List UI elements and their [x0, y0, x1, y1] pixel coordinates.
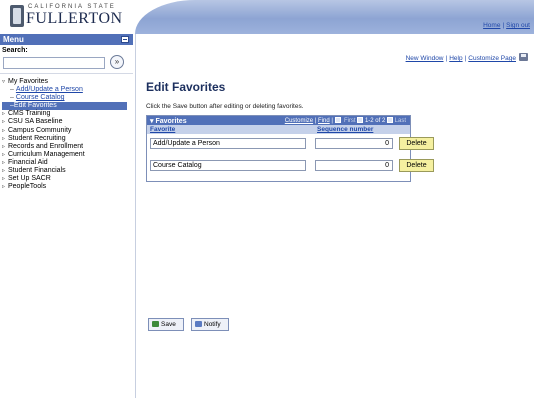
tree-item-curriculum-management[interactable]: ▹ Curriculum Management — [2, 151, 133, 159]
dash-icon: – — [10, 86, 14, 94]
separator: | — [445, 55, 448, 62]
tree-item-csu-sa-baseline[interactable]: ▹ CSU SA Baseline — [2, 118, 133, 126]
seal-icon — [10, 5, 24, 27]
grid-title-text: Favorites — [155, 118, 187, 125]
header: CALIFORNIA STATE FULLERTON Home | Sign out — [0, 0, 534, 34]
save-icon — [152, 321, 159, 327]
menu-bar: Menu — [0, 34, 133, 45]
save-button[interactable]: Save — [148, 318, 184, 331]
instructions-text: Click the Save button after editing or d… — [146, 103, 304, 110]
tree-label: Student Recruiting — [8, 134, 66, 142]
dash-icon: – — [10, 94, 14, 102]
next-icon[interactable] — [386, 117, 393, 123]
save-label: Save — [161, 321, 176, 328]
tree-label: Set Up SACR — [8, 175, 51, 183]
tree-item-financial-aid[interactable]: ▹ Financial Aid — [2, 159, 133, 167]
tree-item-records-enrollment[interactable]: ▹ Records and Enrollment — [2, 143, 133, 151]
column-sequence-number[interactable]: Sequence number — [317, 126, 373, 133]
grid-navigation: Customize | Find | First 1-2 of 2 Last — [284, 117, 406, 124]
menu-search-input[interactable] — [3, 57, 105, 69]
sequence-number-field[interactable]: 0 — [315, 160, 393, 171]
tree-label: Records and Enrollment — [8, 142, 84, 150]
tree-label[interactable]: Add/Update a Person — [16, 86, 83, 93]
tree-label: Campus Community — [8, 126, 72, 134]
tree-item-student-recruiting[interactable]: ▹ Student Recruiting — [2, 135, 133, 143]
previous-icon[interactable] — [357, 117, 364, 123]
notify-button[interactable]: Notify — [191, 318, 229, 331]
menu-title: Menu — [3, 35, 24, 44]
logo-fullerton-text: FULLERTON — [26, 10, 123, 27]
menu-tree: ▿ My Favorites – Add/Update a Person – Cour… — [2, 78, 133, 191]
favorite-name-field[interactable]: Course Catalog — [150, 160, 306, 171]
page-title: Edit Favorites — [146, 80, 226, 94]
separator: | — [464, 55, 467, 62]
divider — [0, 73, 133, 74]
page-links: New Window | Help | Customize Page — [406, 53, 528, 62]
tree-item-peopletools[interactable]: ▹ PeopleTools — [2, 183, 133, 191]
customize-page-link[interactable]: Customize Page — [468, 55, 516, 62]
grid-title: ▾ Favorites — [150, 118, 187, 125]
tree-label: CSU SA Baseline — [8, 118, 63, 126]
tree-label: Student Financials — [8, 167, 66, 175]
table-row: Add/Update a Person 0 Delete — [147, 135, 434, 157]
favorites-grid: ▾ Favorites Customize | Find | First 1-2… — [146, 115, 434, 182]
first-link: First — [343, 118, 356, 124]
tree-label: Edit Favorites — [13, 102, 57, 110]
separator: | — [502, 22, 505, 29]
tree-item-cms-training[interactable]: ▹ CMS Training — [2, 110, 133, 118]
grid-header: ▾ Favorites Customize | Find | First 1-2… — [147, 116, 410, 125]
column-favorite[interactable]: Favorite — [150, 126, 175, 133]
header-links: Home | Sign out — [483, 22, 530, 29]
search-go-icon[interactable]: » — [110, 55, 124, 69]
notify-label: Notify — [204, 321, 221, 328]
new-window-link[interactable]: New Window — [406, 55, 444, 62]
sign-out-link[interactable]: Sign out — [506, 22, 530, 29]
view-all-icon[interactable] — [334, 117, 341, 123]
tree-item-add-update-person[interactable]: – Add/Update a Person — [2, 86, 133, 94]
last-link: Last — [394, 118, 406, 124]
tree-label: Curriculum Management — [8, 150, 85, 158]
home-link[interactable]: Home — [483, 22, 500, 29]
university-logo[interactable]: CALIFORNIA STATE FULLERTON — [8, 3, 133, 33]
search-label: Search: — [2, 47, 28, 54]
collapse-menu-icon[interactable] — [121, 36, 129, 43]
column-header-row: Favorite Sequence number — [147, 125, 410, 134]
sidebar-menu: Menu Search: » ▿ My Favorites – Add/Update… — [0, 34, 136, 398]
tree-label: My Favorites — [8, 78, 49, 85]
help-link[interactable]: Help — [449, 55, 462, 62]
table-row: Course Catalog 0 Delete — [147, 157, 434, 179]
tree-item-my-favorites[interactable]: ▿ My Favorites — [2, 78, 133, 86]
tree-item-set-up-sacr[interactable]: ▹ Set Up SACR — [2, 175, 133, 183]
delete-button[interactable]: Delete — [399, 137, 434, 150]
tree-label: CMS Training — [8, 110, 51, 118]
tree-label: Financial Aid — [8, 158, 48, 166]
customize-link[interactable]: Customize — [285, 118, 313, 124]
tree-item-student-financials[interactable]: ▹ Student Financials — [2, 167, 133, 175]
tree-item-edit-favorites[interactable]: –Edit Favorites — [2, 102, 127, 111]
tree-item-campus-community[interactable]: ▹ Campus Community — [2, 127, 133, 135]
main-content: New Window | Help | Customize Page Edit Favo… — [136, 34, 534, 398]
tree-label[interactable]: Course Catalog — [16, 94, 65, 101]
tree-label: PeopleTools — [8, 183, 47, 191]
notify-icon — [195, 321, 202, 327]
print-icon[interactable] — [519, 53, 528, 61]
row-range: 1-2 of 2 — [364, 118, 386, 124]
sequence-number-field[interactable]: 0 — [315, 138, 393, 149]
favorite-name-field[interactable]: Add/Update a Person — [150, 138, 306, 149]
find-link[interactable]: Find — [318, 118, 330, 124]
tree-item-course-catalog[interactable]: – Course Catalog — [2, 94, 133, 102]
header-banner: Home | Sign out — [135, 0, 534, 34]
delete-button[interactable]: Delete — [399, 159, 434, 172]
